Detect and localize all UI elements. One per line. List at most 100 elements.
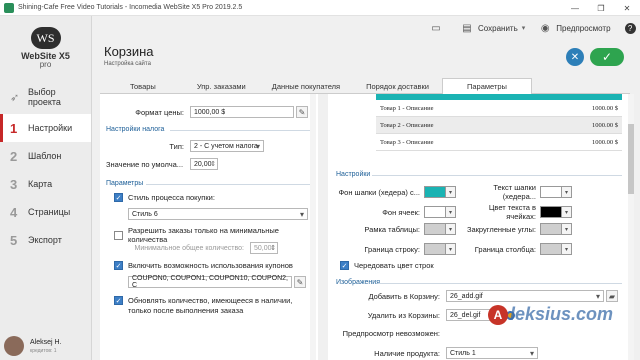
preview-row: Товар 2 - Описание 1000.00 $ <box>376 117 622 134</box>
add-to-cart-select[interactable]: 26_add.gif <box>446 290 604 302</box>
color-swatch <box>540 206 562 218</box>
preview-unavailable-label: Предпросмотр невозможен: <box>342 329 440 338</box>
tax-default-label: Значение по умолча... <box>106 159 184 169</box>
header-bg-label: Фон шапки (хедера) с... <box>338 187 420 197</box>
page-title: Корзина <box>104 44 154 59</box>
user-profile[interactable]: Aleksej H. кредитов: 1 <box>4 336 62 356</box>
watermark-text: leksius.com <box>510 304 614 324</box>
rocket-icon: ➶ <box>10 91 20 104</box>
chevron-down-icon: ▾ <box>562 243 572 255</box>
chevron-down-icon: ▾ <box>562 206 572 218</box>
top-toolbar: ▭ ▤ Сохранить ▾ ◉ Предпросмотр ? <box>430 18 640 38</box>
coupons-field[interactable]: COUPON0, COUPON1, COUPON10, COUPON2, C <box>128 275 292 289</box>
step-number: 5 <box>10 232 18 248</box>
divider <box>170 130 310 131</box>
tab-shipping[interactable]: Порядок доставки <box>353 78 442 94</box>
purchase-style-checkbox[interactable]: ✓ <box>114 193 123 202</box>
step-number: 3 <box>10 176 18 192</box>
tax-type-select[interactable]: 2 - С учетом налога <box>190 140 264 152</box>
sidebar-item-label: Экспорт <box>28 235 62 245</box>
availability-label: Наличие продукта: <box>374 348 440 358</box>
scrollbar-thumb[interactable] <box>628 124 634 194</box>
row-border-label: Граница строку: <box>364 244 420 254</box>
left-scrollbar[interactable] <box>310 94 316 360</box>
table-border-color-picker[interactable]: ▾ <box>424 223 456 235</box>
minimize-button[interactable]: — <box>562 0 588 16</box>
min-total-label: Минимальное общее количество: <box>134 244 244 252</box>
browse-add-image-button[interactable]: ▰ <box>606 290 618 302</box>
maximize-button[interactable]: ❐ <box>588 0 614 16</box>
save-icon: ▤ <box>462 22 472 34</box>
update-qty-checkbox[interactable]: ✓ <box>114 296 123 305</box>
ok-button[interactable]: ✓ <box>590 48 624 66</box>
sidebar-item-label: Выбор проекта <box>27 87 61 107</box>
page-subtitle: Настройка сайта <box>104 61 151 67</box>
chevron-down-icon: ▾ <box>562 186 572 198</box>
tab-customer-data[interactable]: Данные покупателя <box>259 78 353 94</box>
preview-button[interactable]: ◉ Предпросмотр <box>539 22 611 34</box>
sidebar-item-label: Карта <box>28 179 53 189</box>
edit-coupons-button[interactable]: ✎ <box>294 276 306 288</box>
color-swatch <box>424 223 446 235</box>
alternate-rows-label: Чередовать цвет строк <box>354 261 434 270</box>
logo-mark: WS <box>30 27 61 49</box>
window-controls: — ❐ ✕ <box>562 0 640 16</box>
help-button[interactable]: ? <box>624 22 640 34</box>
sidebar-item-template[interactable]: 2 Шаблон <box>0 142 91 170</box>
coupons-label: Включить возможность использования купон… <box>128 261 293 270</box>
chevron-down-icon: ▾ <box>446 243 456 255</box>
color-swatch <box>540 186 562 198</box>
add-to-cart-label: Добавить в Корзину: <box>368 291 440 301</box>
purchase-style-label: Стиль процесса покупки: <box>128 193 215 202</box>
tax-section-title: Настройки налога <box>106 126 165 133</box>
tab-order-management[interactable]: Упр. заказами <box>184 78 259 94</box>
header-text-label: Текст шапки (хедера... <box>493 183 536 201</box>
availability-select[interactable]: Стиль 1 <box>446 347 538 359</box>
cell-text-label: Цвет текста в ячейках: <box>488 203 536 221</box>
chevron-down-icon: ▾ <box>446 206 456 218</box>
min-orders-checkbox[interactable] <box>114 230 123 240</box>
tab-products[interactable]: Товары <box>100 78 184 94</box>
col-border-color-picker[interactable]: ▾ <box>540 243 572 255</box>
chevron-down-icon: ▾ <box>521 25 526 32</box>
share-button[interactable]: ▭ <box>430 22 447 34</box>
save-button[interactable]: ▤ Сохранить ▾ <box>461 22 525 34</box>
rounded-corners-picker[interactable]: ▾ <box>540 223 572 235</box>
color-swatch <box>540 223 562 235</box>
header-text-color-picker[interactable]: ▾ <box>540 186 572 198</box>
purchase-style-select[interactable]: Стиль 6 <box>128 208 308 220</box>
chevron-down-icon: ▾ <box>446 186 456 198</box>
header-bg-color-picker[interactable]: ▾ <box>424 186 456 198</box>
cancel-button[interactable]: ✕ <box>566 48 584 66</box>
row-border-color-picker[interactable]: ▾ <box>424 243 456 255</box>
price-format-field[interactable]: 1000,00 $ <box>190 106 294 118</box>
preview-item: Товар 2 - Описание <box>380 121 434 129</box>
edit-price-format-button[interactable]: ✎ <box>296 106 308 118</box>
tax-type-label: Тип: <box>169 141 184 151</box>
watermark-logo-icon: A <box>488 304 508 325</box>
cell-bg-color-picker[interactable]: ▾ <box>424 206 456 218</box>
remove-from-cart-label: Удалить из Корзины: <box>367 310 440 320</box>
edit-icon: ✎ <box>296 277 304 287</box>
coupons-checkbox[interactable]: ✓ <box>114 261 123 270</box>
logo: WS WebSite X5 pro <box>0 20 91 76</box>
close-window-button[interactable]: ✕ <box>614 0 640 16</box>
sidebar-item-pages[interactable]: 4 Страницы <box>0 198 91 226</box>
tax-default-stepper[interactable]: 20,00 <box>190 158 218 170</box>
divider <box>372 175 622 176</box>
sidebar-item-settings[interactable]: 1 Настройки <box>0 114 91 142</box>
eye-icon: ◉ <box>540 22 550 34</box>
cell-text-color-picker[interactable]: ▾ <box>540 206 572 218</box>
preview-item: Товар 1 - Описание <box>380 104 434 112</box>
min-total-stepper[interactable]: 50,00 <box>250 242 278 254</box>
sidebar-item-export[interactable]: 5 Экспорт <box>0 226 91 254</box>
sidebar-item-map[interactable]: 3 Карта <box>0 170 91 198</box>
alternate-rows-checkbox[interactable]: ✓ <box>340 261 349 270</box>
sidebar-item-project-select[interactable]: ➶ Выбор проекта <box>0 80 91 114</box>
preview-price: 1000.00 $ <box>592 121 618 129</box>
tab-parameters[interactable]: Параметры <box>441 78 532 94</box>
update-qty-label: Обновлять количество, имеющееся в наличи… <box>128 296 293 315</box>
right-scrollbar[interactable] <box>628 94 634 360</box>
edit-icon: ✎ <box>298 107 306 117</box>
sidebar-item-label: Настройки <box>28 123 73 133</box>
